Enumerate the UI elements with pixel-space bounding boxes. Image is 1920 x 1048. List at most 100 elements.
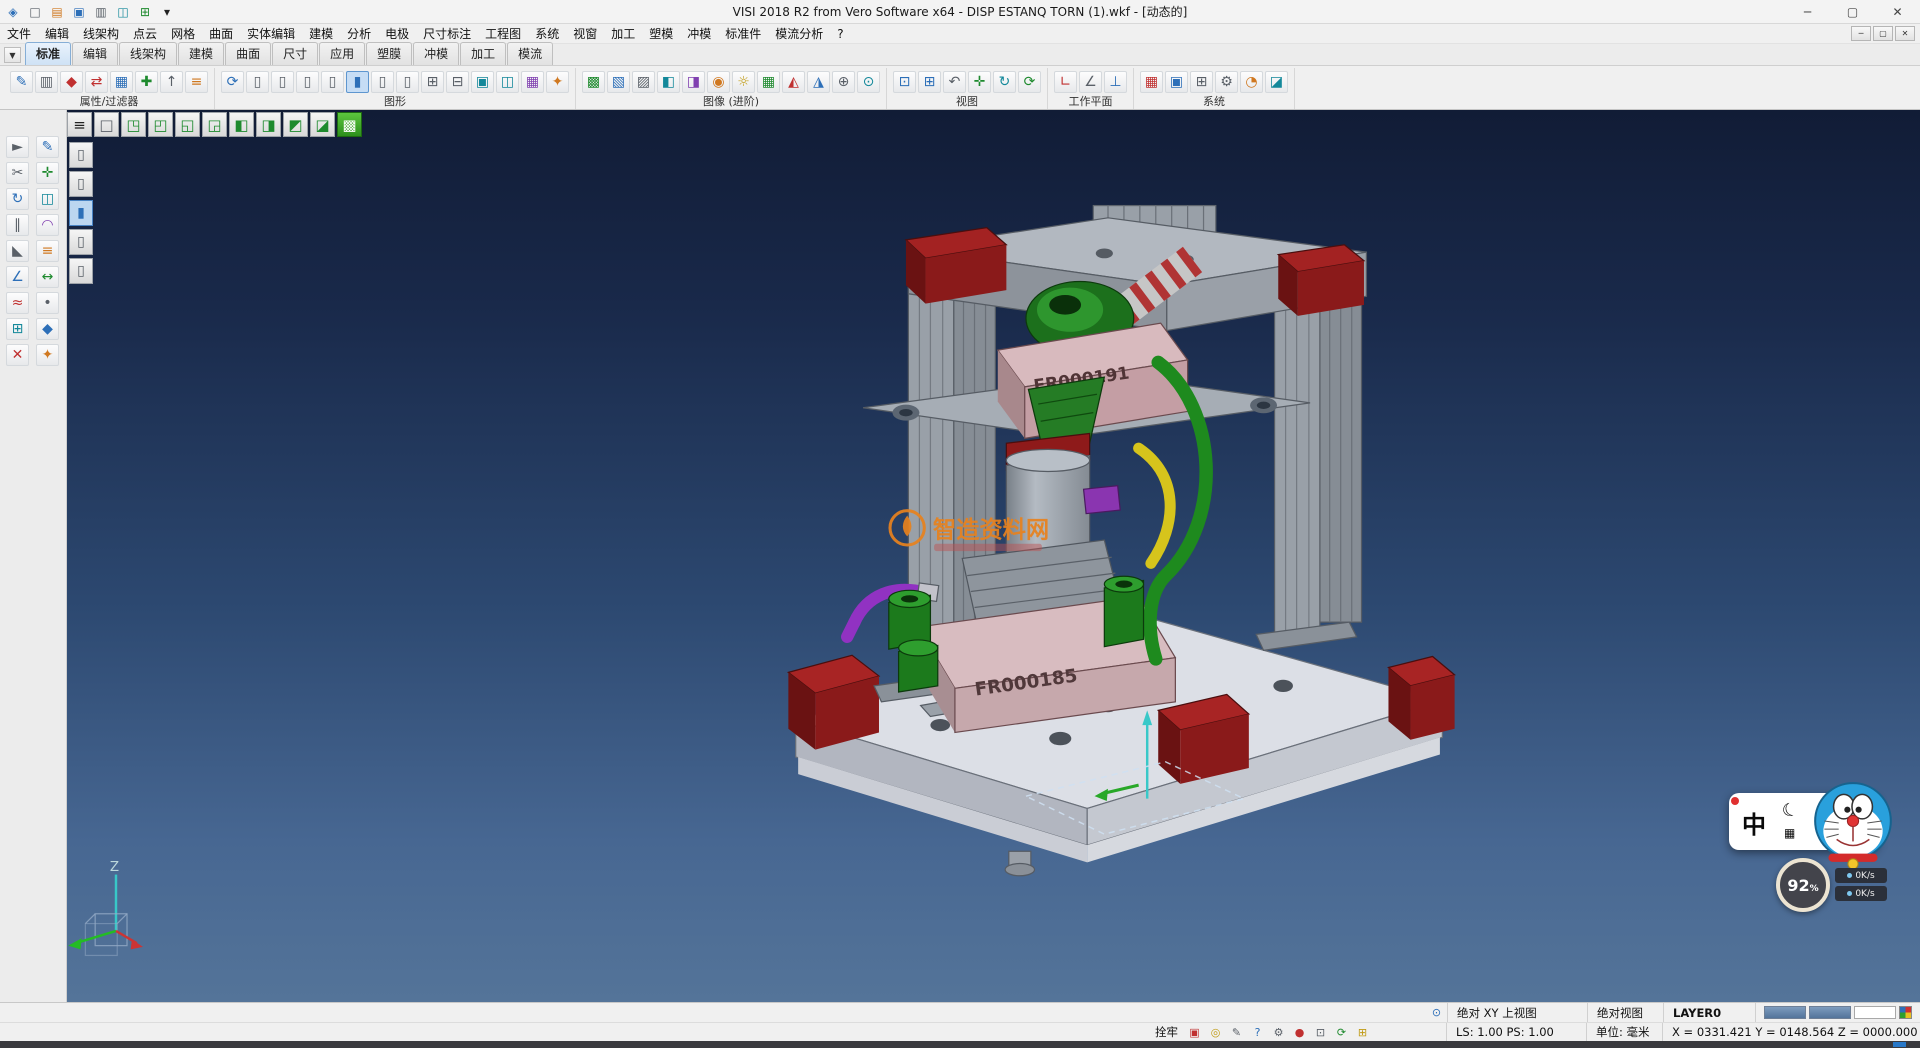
sync-icon[interactable]: ⟳ [1332,1024,1351,1040]
filter-slot-button-4[interactable]: ▯ [69,229,93,255]
redraw-icon[interactable]: ⟳ [221,71,244,93]
system-info-icon[interactable]: ◔ [1240,71,1263,93]
rotate-icon[interactable]: ↻ [6,188,29,210]
sketch-icon[interactable]: ✎ [36,136,59,158]
view-finder-icon[interactable]: ⊙ [1427,1005,1446,1021]
palette-icon[interactable]: ✦ [36,344,59,366]
view-blank-button[interactable]: □ [94,112,119,137]
tab-modeling[interactable]: 建模 [178,42,224,65]
texture-icon[interactable]: ▦ [757,71,780,93]
select-mode-icon[interactable]: ◎ [1206,1024,1225,1040]
menu-dimension[interactable]: 尺寸标注 [416,25,478,42]
offset-icon[interactable]: ∥ [6,214,29,236]
view-cube-right[interactable]: ◲ [202,112,227,137]
rotate-view-icon[interactable]: ↻ [993,71,1016,93]
calculator-icon[interactable]: ⊞ [1190,71,1213,93]
section-icon[interactable]: ◭ [782,71,805,93]
status-view-mode[interactable]: 绝对 XY 上视图 [1447,1003,1587,1022]
menu-drawing[interactable]: 工程图 [478,25,528,42]
view-cube-axon[interactable]: ◪ [310,112,335,137]
menu-flow-analysis[interactable]: 模流分析 [768,25,830,42]
system-colors-icon[interactable]: ▦ [1140,71,1163,93]
fillet-icon[interactable]: ◠ [36,214,59,236]
assign-icon[interactable]: ≡ [185,71,208,93]
symbol-icon[interactable]: ✦ [546,71,569,93]
grid-toggle-icon[interactable]: ⊞ [1353,1024,1372,1040]
menu-edit[interactable]: 编辑 [38,25,76,42]
workplane-icon[interactable]: ∟ [1054,71,1077,93]
tab-surface[interactable]: 曲面 [225,42,271,65]
help-icon[interactable]: ? [1248,1024,1267,1040]
curve-icon[interactable]: ≈ [6,292,29,314]
print-icon[interactable]: ▥ [91,3,111,21]
array-icon[interactable]: ▦ [521,71,544,93]
view-cube-bottom[interactable]: ◩ [283,112,308,137]
spin-icon[interactable]: ⊙ [857,71,880,93]
view-shaded-button[interactable]: ▩ [337,112,362,137]
element-filter-icon[interactable]: ▦ [110,71,133,93]
material-icon[interactable]: ◉ [707,71,730,93]
tab-dimension[interactable]: 尺寸 [272,42,318,65]
screen-config-icon[interactable]: ▣ [1165,71,1188,93]
snap-icon[interactable]: ▣ [1185,1024,1204,1040]
menu-system[interactable]: 系统 [528,25,566,42]
tab-edit[interactable]: 编辑 [72,42,118,65]
tabs-dropdown-icon[interactable]: ▼ [4,47,21,63]
zoom-previous-icon[interactable]: ↶ [943,71,966,93]
group-icon[interactable]: ⊞ [421,71,444,93]
erase-icon[interactable]: ✕ [6,344,29,366]
filter-slot-button-5[interactable]: ▯ [69,258,93,284]
view-cube-front[interactable]: ◱ [175,112,200,137]
tab-machining[interactable]: 加工 [460,42,506,65]
menu-analysis[interactable]: 分析 [340,25,378,42]
menu-wireframe[interactable]: 线架构 [76,25,126,42]
menu-help[interactable]: ? [830,27,850,41]
status-snap-lock[interactable]: 拴牢 [1155,1024,1178,1040]
menu-machining[interactable]: 加工 [604,25,642,42]
point-icon[interactable]: • [36,292,59,314]
record-icon[interactable]: ● [1290,1024,1309,1040]
menu-standard-parts[interactable]: 标准件 [718,25,768,42]
filter-slot-button-3[interactable]: ▮ [69,200,93,226]
angle-icon[interactable]: ∠ [6,266,29,288]
import-icon[interactable]: ◫ [113,3,133,21]
ghost-view-icon[interactable]: ◧ [657,71,680,93]
block-icon[interactable]: ▣ [471,71,494,93]
grid-icon[interactable]: ⊞ [6,318,29,340]
color-picker-icon[interactable]: ✚ [135,71,158,93]
calc-icon[interactable]: ⊡ [1311,1024,1330,1040]
menu-die[interactable]: 冲模 [680,25,718,42]
zoom-window-icon[interactable]: ⊞ [918,71,941,93]
view-cube-left[interactable]: ◧ [229,112,254,137]
insert-block-icon[interactable]: ◫ [496,71,519,93]
filter-slot-icon-2[interactable]: ▯ [271,71,294,93]
view-cube-iso[interactable]: ◳ [121,112,146,137]
mdi-close-button[interactable]: ✕ [1895,26,1915,41]
pen-icon[interactable]: ✎ [1227,1024,1246,1040]
new-file-icon[interactable]: □ [25,3,45,21]
gear-icon[interactable]: ⚙ [1269,1024,1288,1040]
scissors-icon[interactable]: ✂ [6,162,29,184]
tab-wireframe[interactable]: 线架构 [119,42,177,65]
filter-icon[interactable]: ◆ [60,71,83,93]
zoom-in-icon[interactable]: ⊕ [832,71,855,93]
taskbar[interactable] [0,1041,1920,1048]
open-file-icon[interactable]: ▤ [47,3,67,21]
select-icon[interactable]: ► [6,136,29,158]
status-swatch-3[interactable] [1854,1006,1896,1019]
menu-file[interactable]: 文件 [0,25,38,42]
options-icon[interactable]: ⚙ [1215,71,1238,93]
render-icon[interactable]: ◨ [682,71,705,93]
menu-modeling[interactable]: 建模 [302,25,340,42]
solid-icon[interactable]: ◆ [36,318,59,340]
save-file-icon[interactable]: ▣ [69,3,89,21]
mdi-minimize-button[interactable]: ─ [1851,26,1871,41]
mdi-restore-button[interactable]: ▢ [1873,26,1893,41]
tab-standard[interactable]: 标准 [25,42,71,65]
menu-mold[interactable]: 塑模 [642,25,680,42]
view-cube-back[interactable]: ◨ [256,112,281,137]
ungroup-icon[interactable]: ⊟ [446,71,469,93]
refresh-view-icon[interactable]: ⟳ [1018,71,1041,93]
filter-slot-icon-5[interactable]: ▯ [371,71,394,93]
close-button[interactable]: ✕ [1875,0,1920,24]
